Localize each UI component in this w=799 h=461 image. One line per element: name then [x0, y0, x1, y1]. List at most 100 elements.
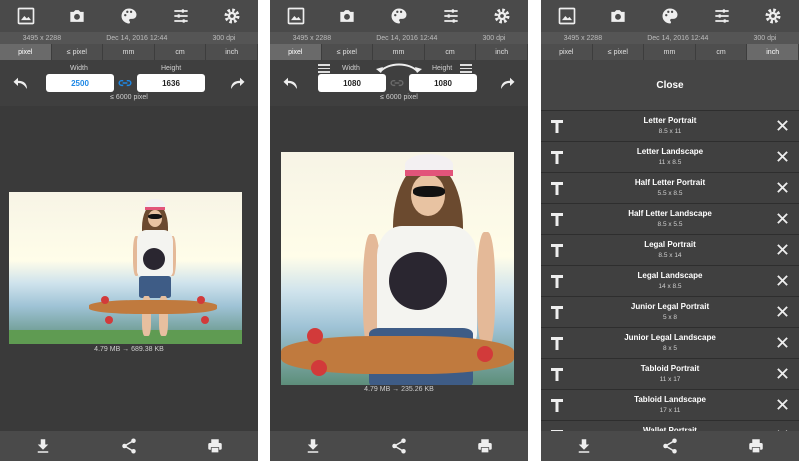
preset-name: Letter Landscape — [636, 147, 704, 156]
image-info-bar: 3495 x 2288 Dec 14, 2016 12:44 300 dpi — [0, 32, 258, 44]
resize-controls: Width 2500 Height 1636 ≤ 6000 pixel — [0, 60, 258, 106]
preset-dimensions: 8.5 x 11 — [658, 128, 682, 135]
gallery-icon[interactable] — [556, 5, 578, 27]
unit-tabs: pixel ≤ pixel mm cm inch — [0, 44, 258, 60]
phone-screen-1: 3495 x 2288 Dec 14, 2016 12:44 300 dpi p… — [0, 0, 258, 461]
swap-dimensions-icon[interactable] — [374, 60, 424, 74]
text-t-icon — [551, 337, 563, 350]
preset-item[interactable]: Junior Legal Landscape 8 x 5 — [541, 327, 799, 358]
preset-item[interactable]: Letter Portrait 8.5 x 11 — [541, 110, 799, 141]
preset-item[interactable]: Wallet Portrait — [541, 420, 799, 431]
height-menu-icon[interactable] — [460, 64, 472, 73]
phone-screen-3: 3495 x 2288 Dec 14, 2016 12:44 300 dpi p… — [541, 0, 799, 461]
print-icon[interactable] — [745, 435, 767, 457]
width-label: Width — [70, 65, 88, 72]
preset-item[interactable]: Junior Legal Portrait 5 x 8 — [541, 296, 799, 327]
preset-item[interactable]: Letter Landscape 11 x 8.5 — [541, 141, 799, 172]
tab-cm[interactable]: cm — [155, 44, 207, 60]
tab-inch[interactable]: inch — [206, 44, 258, 60]
delete-icon[interactable] — [776, 398, 789, 411]
rotate-left-icon[interactable] — [12, 74, 30, 92]
delete-icon[interactable] — [776, 212, 789, 225]
preset-item[interactable]: Tabloid Portrait 11 x 17 — [541, 358, 799, 389]
height-input[interactable]: 1636 — [137, 74, 205, 92]
gallery-icon[interactable] — [285, 5, 307, 27]
tab-mm[interactable]: mm — [373, 44, 425, 60]
palette-icon[interactable] — [118, 5, 140, 27]
download-icon[interactable] — [32, 435, 54, 457]
rotate-right-icon[interactable] — [498, 74, 516, 92]
delete-icon[interactable] — [776, 181, 789, 194]
preset-name: Tabloid Landscape — [634, 395, 706, 404]
camera-icon[interactable] — [66, 5, 88, 27]
width-menu-icon[interactable] — [318, 64, 330, 73]
tab-max-pixel[interactable]: ≤ pixel — [322, 44, 374, 60]
height-input[interactable]: 1080 — [409, 74, 477, 92]
print-icon[interactable] — [474, 435, 496, 457]
date-text: Dec 14, 2016 12:44 — [647, 34, 709, 42]
tab-cm[interactable]: cm — [425, 44, 477, 60]
height-label: Height — [432, 65, 453, 72]
share-icon[interactable] — [388, 435, 410, 457]
delete-icon[interactable] — [776, 150, 789, 163]
image-info-bar: 3495 x 2288 Dec 14, 2016 12:44 300 dpi — [270, 32, 528, 44]
aspect-link-icon[interactable] — [390, 76, 404, 90]
text-t-icon — [551, 306, 563, 319]
camera-icon[interactable] — [607, 5, 629, 27]
preset-item[interactable]: Legal Landscape 14 x 8.5 — [541, 265, 799, 296]
gear-icon[interactable] — [491, 5, 513, 27]
download-icon[interactable] — [573, 435, 595, 457]
palette-icon[interactable] — [388, 5, 410, 27]
sliders-icon[interactable] — [440, 5, 462, 27]
share-icon[interactable] — [118, 435, 140, 457]
rotate-left-icon[interactable] — [282, 74, 300, 92]
preview-photo[interactable] — [281, 152, 514, 385]
file-size-text: 4.79 MB → 689.38 KB — [94, 346, 164, 353]
delete-icon[interactable] — [776, 243, 789, 256]
tab-cm[interactable]: cm — [696, 44, 748, 60]
tab-max-pixel[interactable]: ≤ pixel — [52, 44, 104, 60]
tab-mm[interactable]: mm — [644, 44, 696, 60]
tab-pixel[interactable]: pixel — [0, 44, 52, 60]
gallery-icon[interactable] — [15, 5, 37, 27]
share-icon[interactable] — [659, 435, 681, 457]
sliders-icon[interactable] — [711, 5, 733, 27]
preset-dimensions: 5 x 8 — [662, 314, 678, 321]
text-t-icon — [551, 244, 563, 257]
print-icon[interactable] — [204, 435, 226, 457]
bottom-toolbar — [270, 431, 528, 461]
delete-icon[interactable] — [776, 274, 789, 287]
tab-inch[interactable]: inch — [476, 44, 528, 60]
delete-icon[interactable] — [776, 119, 789, 132]
delete-icon[interactable] — [776, 305, 789, 318]
download-icon[interactable] — [302, 435, 324, 457]
preset-item[interactable]: Legal Portrait 8.5 x 14 — [541, 234, 799, 265]
delete-icon[interactable] — [776, 367, 789, 380]
camera-icon[interactable] — [336, 5, 358, 27]
width-input[interactable]: 1080 — [318, 74, 386, 92]
tab-mm[interactable]: mm — [103, 44, 155, 60]
aspect-link-icon[interactable] — [118, 76, 132, 90]
preset-item[interactable]: Tabloid Landscape 17 x 11 — [541, 389, 799, 420]
text-t-icon — [551, 120, 563, 133]
tab-inch[interactable]: inch — [747, 44, 799, 60]
preset-item[interactable]: Half Letter Landscape 8.5 x 5.5 — [541, 203, 799, 234]
palette-icon[interactable] — [659, 5, 681, 27]
tab-pixel[interactable]: pixel — [270, 44, 322, 60]
close-button[interactable]: Close — [541, 60, 799, 110]
sliders-icon[interactable] — [170, 5, 192, 27]
tab-pixel[interactable]: pixel — [541, 44, 593, 60]
preview-photo[interactable] — [9, 192, 242, 344]
tab-max-pixel[interactable]: ≤ pixel — [593, 44, 645, 60]
gear-icon[interactable] — [221, 5, 243, 27]
unit-tabs: pixel ≤ pixel mm cm inch — [270, 44, 528, 60]
bottom-toolbar — [541, 431, 799, 461]
preset-item[interactable]: Half Letter Portrait 5.5 x 8.5 — [541, 172, 799, 203]
width-input[interactable]: 2500 — [46, 74, 114, 92]
preset-dimensions: 11 x 17 — [659, 376, 681, 383]
preset-name: Letter Portrait — [643, 116, 697, 125]
gear-icon[interactable] — [762, 5, 784, 27]
limit-text: ≤ 6000 pixel — [380, 94, 418, 101]
delete-icon[interactable] — [776, 336, 789, 349]
rotate-right-icon[interactable] — [228, 74, 246, 92]
